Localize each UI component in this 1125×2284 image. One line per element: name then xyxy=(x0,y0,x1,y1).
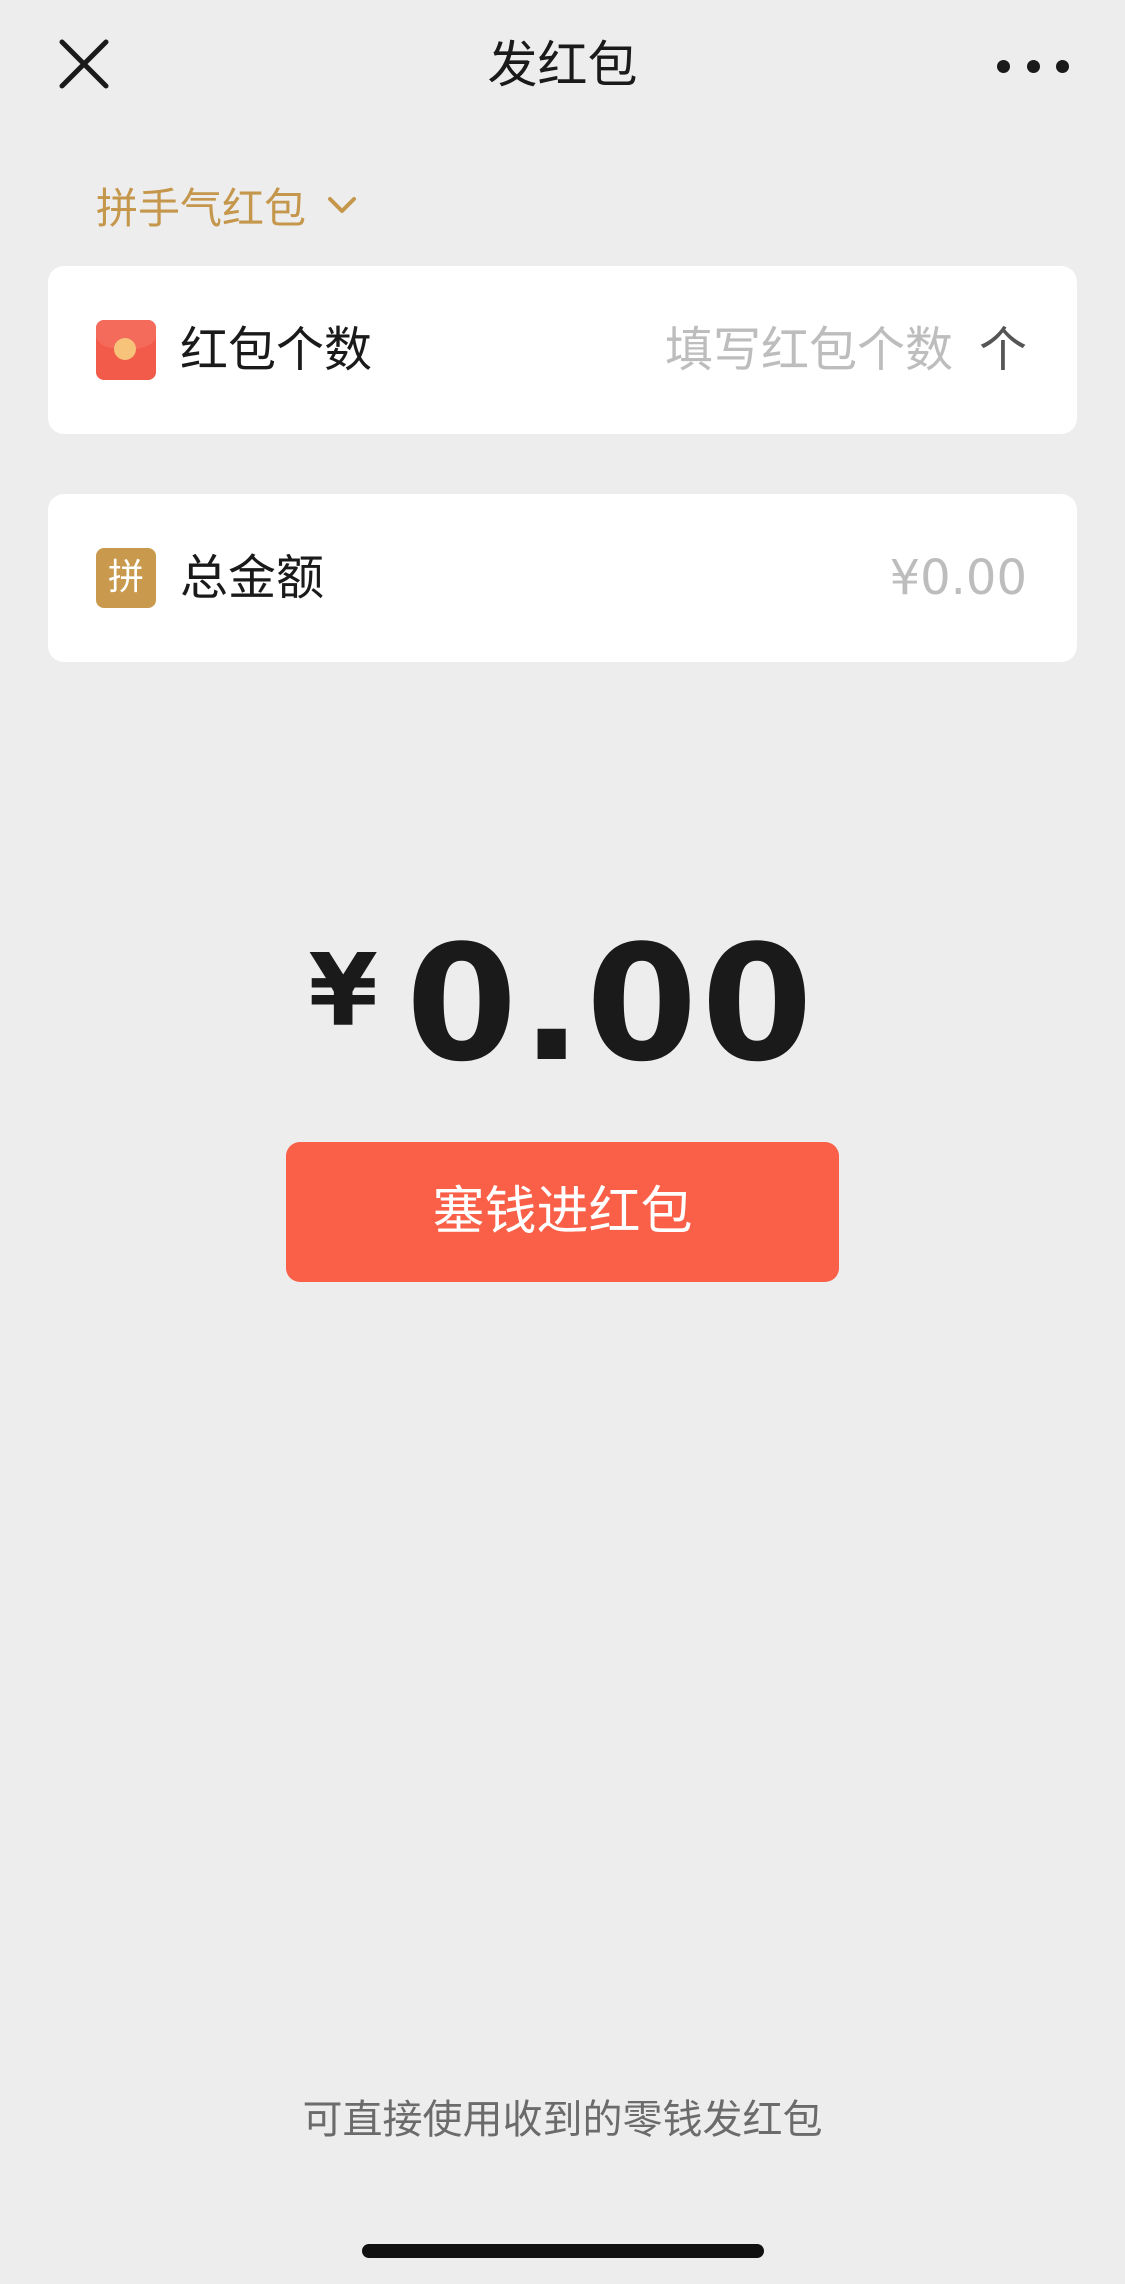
more-dot xyxy=(1056,59,1069,73)
red-packet-icon xyxy=(96,320,156,380)
packet-type-selector[interactable]: 拼手气红包 xyxy=(96,170,360,240)
total-amount-placeholder: ¥0.00 xyxy=(889,550,1027,606)
packet-count-placeholder: 填写红包个数 xyxy=(664,322,953,378)
currency-symbol: ¥ xyxy=(308,932,378,1049)
packet-type-label: 拼手气红包 xyxy=(96,183,307,233)
red-packet-seal xyxy=(114,338,136,360)
chevron-down-icon xyxy=(324,187,360,223)
more-dot xyxy=(1026,59,1040,73)
packet-count-label: 红包个数 xyxy=(180,322,373,378)
lucky-packet-badge-icon: 拼 xyxy=(96,548,156,608)
top-nav-bar: 发红包 xyxy=(0,0,1125,130)
put-money-button[interactable]: 塞钱进红包 xyxy=(286,1142,839,1282)
total-amount-label: 总金额 xyxy=(180,550,325,606)
packet-count-row[interactable]: 红包个数 填写红包个数 个 xyxy=(48,266,1077,434)
packet-count-input[interactable]: 填写红包个数 个 xyxy=(665,316,1027,384)
packet-count-unit: 个 xyxy=(978,322,1027,378)
footer-hint: 可直接使用收到的零钱发红包 xyxy=(302,2097,823,2143)
more-dot xyxy=(997,59,1010,73)
total-amount-input[interactable]: ¥0.00 xyxy=(890,544,1027,612)
more-icon[interactable] xyxy=(997,54,1069,78)
total-amount-value: 0.00 xyxy=(405,910,817,1097)
total-amount-row[interactable]: 拼 总金额 ¥0.00 xyxy=(48,494,1077,662)
total-amount-display: ¥0.00 xyxy=(0,910,1125,1097)
page-title: 发红包 xyxy=(487,36,638,94)
home-indicator[interactable] xyxy=(362,2244,764,2258)
